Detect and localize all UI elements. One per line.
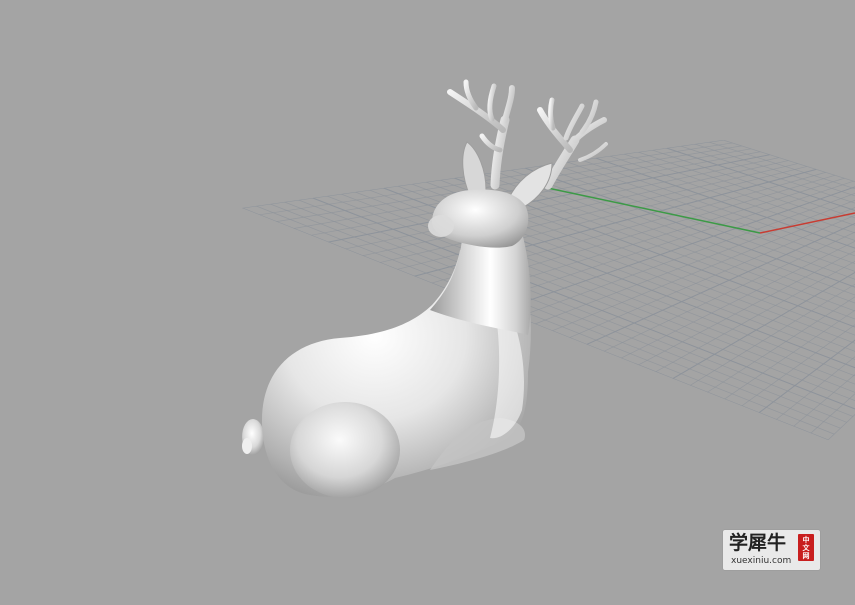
watermark-url: xuexiniu.com xyxy=(731,556,792,566)
watermark-seal-char: 中 xyxy=(802,535,810,544)
viewport-scene[interactable] xyxy=(0,0,855,605)
watermark-seal: 中 文 网 xyxy=(798,534,814,561)
grid-line xyxy=(534,189,855,325)
watermark-seal-char: 文 xyxy=(802,543,810,552)
watermark-brand: 学犀牛 xyxy=(729,532,787,554)
watermark-logo: 学犀牛 中 文 网 xuexiniu.com xyxy=(723,530,820,570)
perspective-viewport[interactable]: 学犀牛 中 文 网 xuexiniu.com xyxy=(0,0,855,605)
watermark-seal-char: 网 xyxy=(802,551,810,560)
deer-tail xyxy=(242,419,264,455)
deer-snout xyxy=(428,215,454,237)
deer-hip xyxy=(290,402,400,498)
deer-model[interactable] xyxy=(242,79,608,498)
deer-left-ear xyxy=(462,141,487,197)
